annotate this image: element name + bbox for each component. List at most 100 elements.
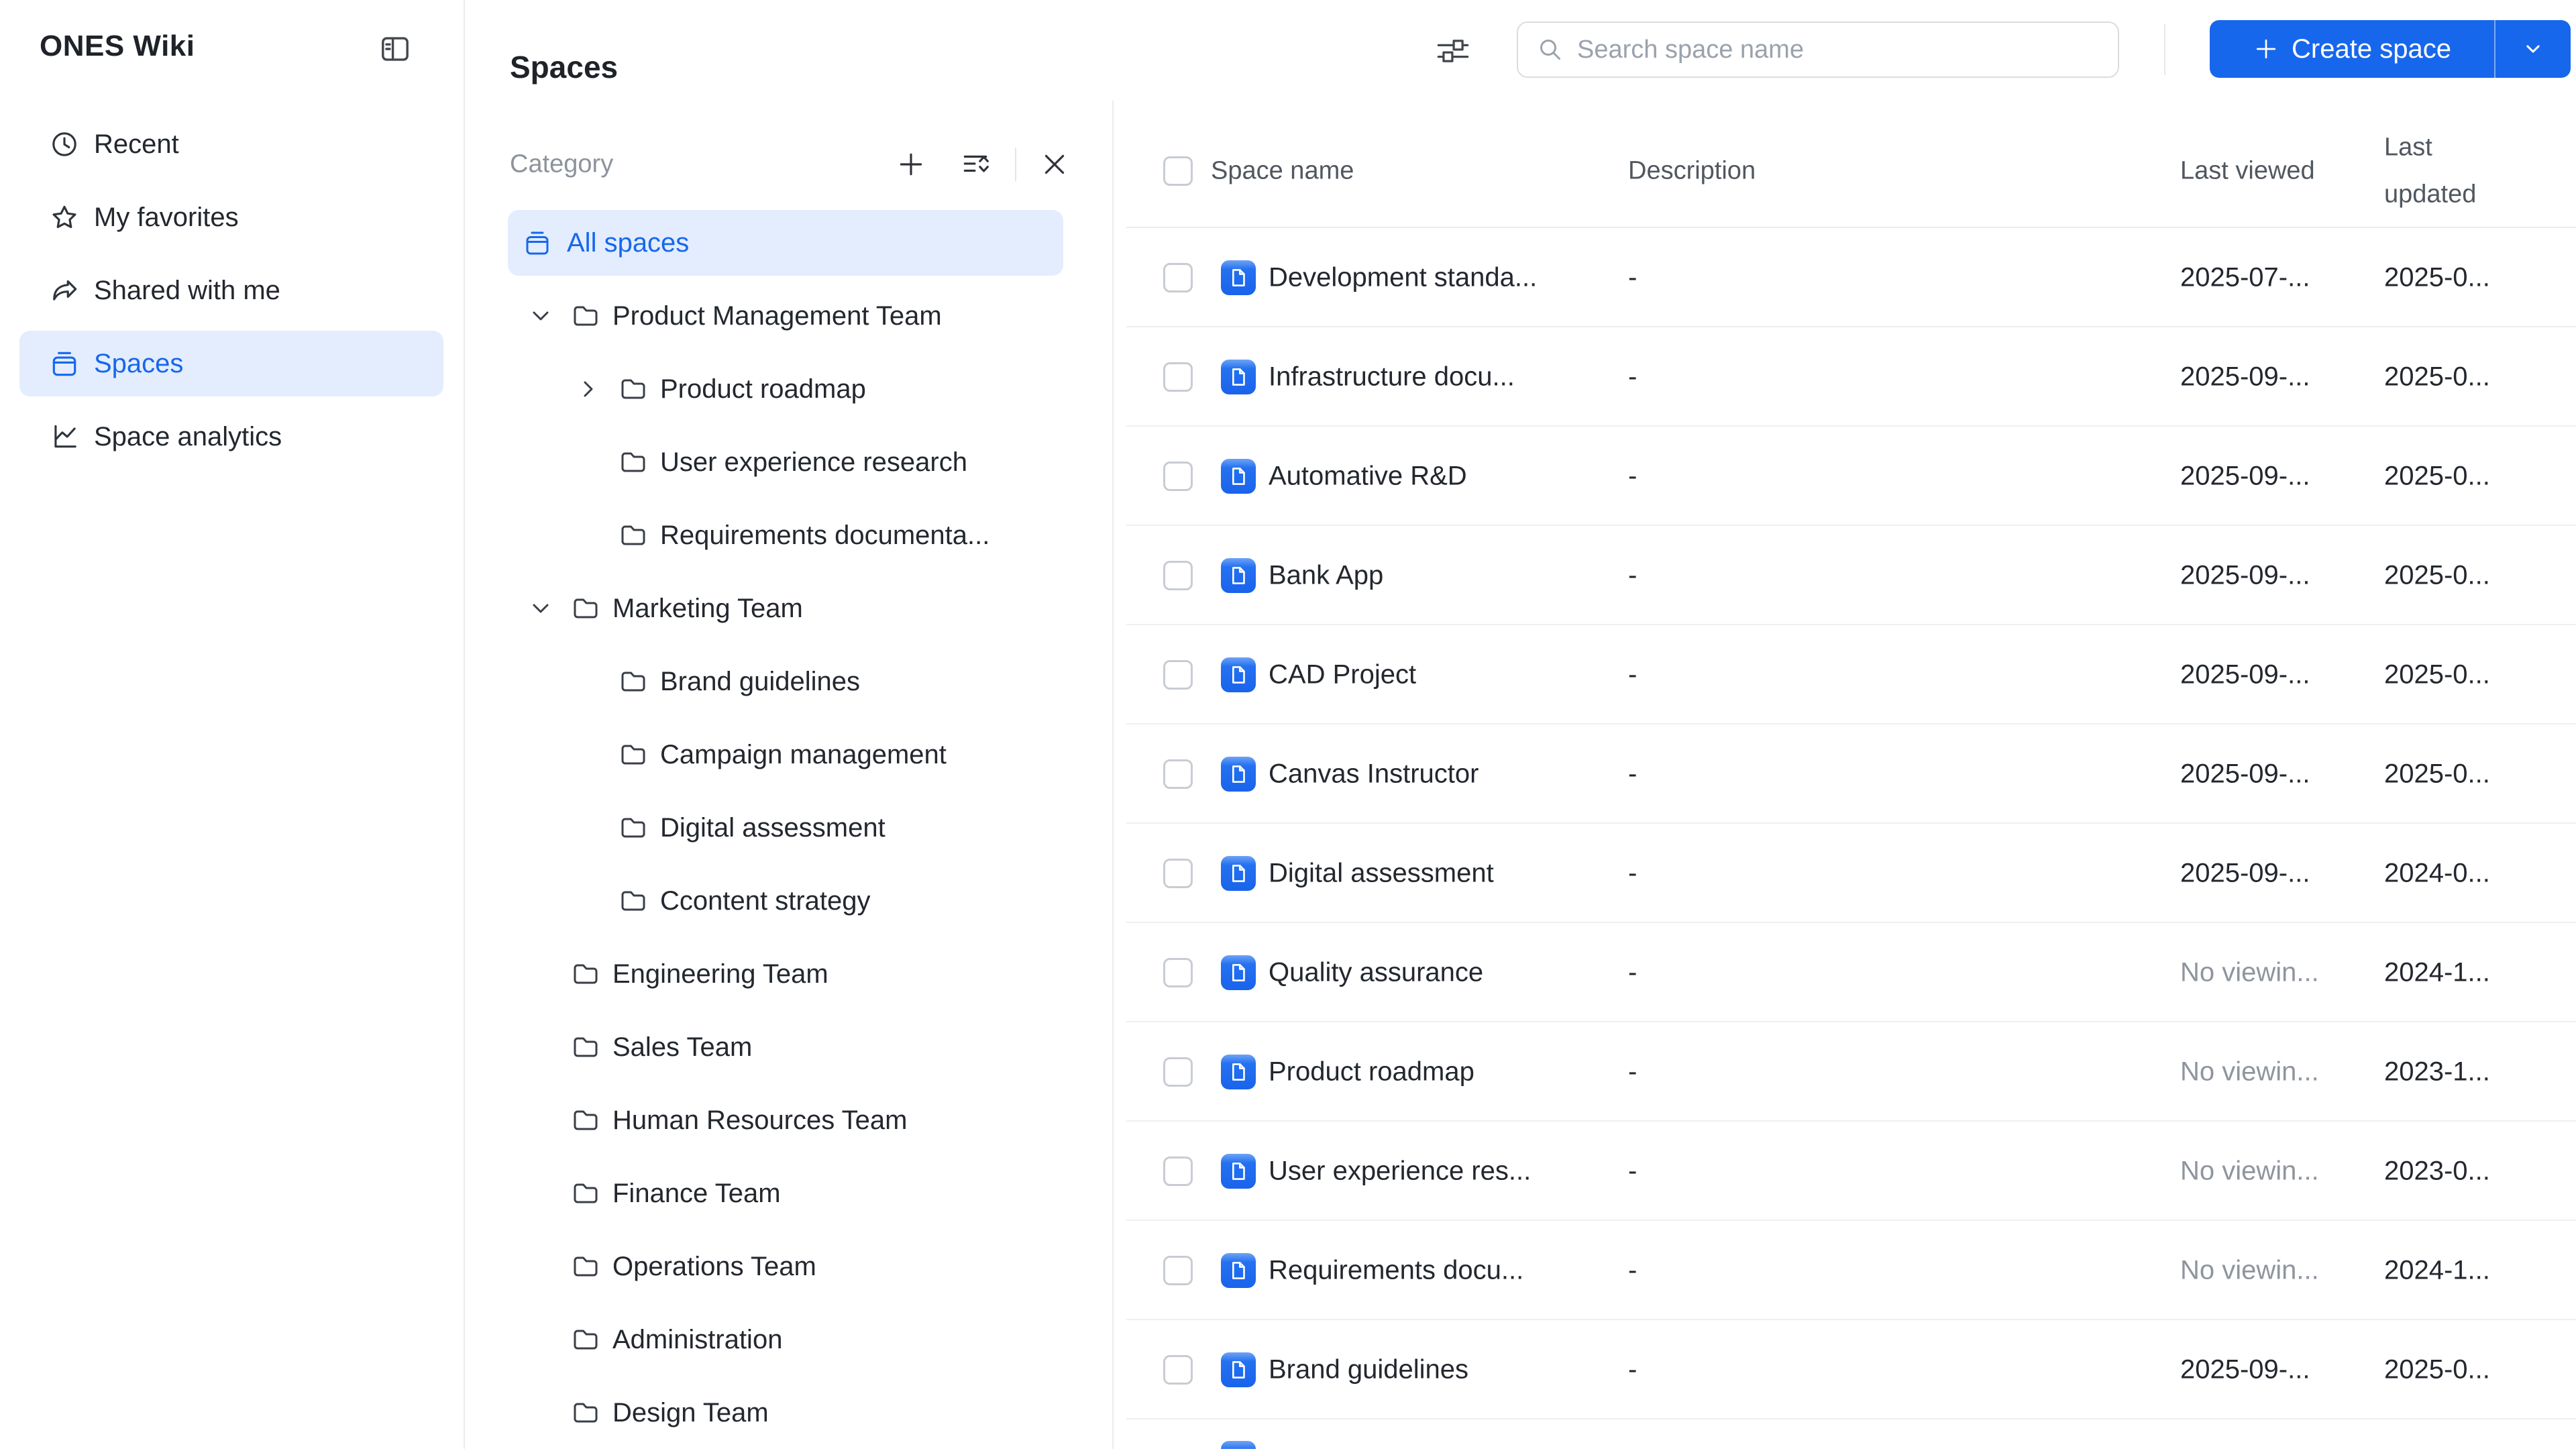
tree-item-administration[interactable]: Administration (508, 1307, 1063, 1373)
folder-icon (571, 1325, 600, 1354)
analytics-icon (49, 421, 80, 452)
tree-item-campaign-management[interactable]: Campaign management (508, 722, 1063, 788)
select-all-checkbox[interactable] (1163, 156, 1193, 186)
table-row[interactable]: Requirements docu... - No viewin... 2024… (1115, 1221, 2576, 1320)
table-row[interactable]: Quality assurance - No viewin... 2024-1.… (1115, 923, 2576, 1022)
tree-item-sales-team[interactable]: Sales Team (508, 1014, 1063, 1080)
description-cell: - (1628, 1156, 1638, 1186)
sidebar-item-label: Recent (94, 129, 179, 159)
sidebar-item-recent[interactable]: Recent (19, 111, 443, 177)
row-checkbox[interactable] (1163, 660, 1193, 690)
folder-icon (619, 374, 648, 404)
table-row[interactable]: Infrastructure docu... - 2025-09-... 202… (1115, 327, 2576, 427)
description-cell: - (1628, 362, 1638, 392)
space-name-cell[interactable]: Product roadmap (1269, 1057, 1474, 1087)
tree-item-operations-team[interactable]: Operations Team (508, 1234, 1063, 1299)
tree-item-user-experience-research[interactable]: User experience research (508, 429, 1063, 495)
space-name-cell[interactable]: Development standa... (1269, 263, 1537, 293)
tree-item-label: Requirements documenta... (660, 520, 990, 550)
last-viewed-cell: No viewin... (2180, 1057, 2319, 1087)
space-name-cell[interactable]: CAD Project (1269, 660, 1416, 690)
tree-item-ccontent-strategy[interactable]: Ccontent strategy (508, 868, 1063, 934)
row-checkbox[interactable] (1163, 462, 1193, 491)
sidebar-item-my-favorites[interactable]: My favorites (19, 184, 443, 250)
add-category-icon[interactable] (896, 149, 926, 180)
tree-item-label: Campaign management (660, 739, 947, 769)
tree-item-product-management-team[interactable]: Product Management Team (508, 283, 1063, 349)
description-cell: - (1628, 1354, 1638, 1385)
row-checkbox[interactable] (1163, 1355, 1193, 1385)
header-last-viewed[interactable]: Last viewed (2180, 157, 2315, 186)
chevron-down-icon[interactable] (526, 301, 555, 331)
table-row[interactable]: Digital assessment - 2025-09-... 2024-0.… (1115, 824, 2576, 923)
row-checkbox[interactable] (1163, 859, 1193, 888)
star-icon (49, 202, 80, 233)
row-checkbox[interactable] (1163, 1156, 1193, 1186)
space-name-cell[interactable]: Quality assurance (1269, 958, 1483, 988)
row-checkbox[interactable] (1163, 1256, 1193, 1285)
table-row[interactable]: Canvas Instructor - 2025-09-... 2025-0..… (1115, 724, 2576, 824)
tree-item-engineering-team[interactable]: Engineering Team (508, 941, 1063, 1007)
space-name-cell[interactable]: Digital assessment (1269, 859, 1494, 889)
create-space-button[interactable]: Create space (2210, 20, 2571, 78)
tree-item-label: All spaces (567, 227, 690, 258)
tree-item-design-team[interactable]: Design Team (508, 1380, 1063, 1446)
tree-item-all-spaces[interactable]: All spaces (508, 210, 1063, 276)
close-icon[interactable] (1039, 149, 1070, 180)
space-name-cell[interactable]: Infrastructure docu... (1269, 362, 1515, 392)
tree-item-product-roadmap[interactable]: Product roadmap (508, 356, 1063, 422)
space-name-cell[interactable]: Requirements docu... (1269, 1256, 1523, 1286)
tree-item-brand-guidelines[interactable]: Brand guidelines (508, 649, 1063, 714)
header-last-updated[interactable]: Last updated (2384, 124, 2505, 219)
row-checkbox[interactable] (1163, 561, 1193, 590)
row-checkbox[interactable] (1163, 1057, 1193, 1087)
description-cell: - (1628, 659, 1638, 690)
tree-item-requirements-documenta[interactable]: Requirements documenta... (508, 502, 1063, 568)
space-name-cell[interactable]: Automative R&D (1269, 462, 1467, 492)
row-checkbox[interactable] (1163, 263, 1193, 292)
chevron-right-icon[interactable] (574, 374, 603, 404)
search-input[interactable] (1576, 34, 2100, 65)
tree-item-marketing-team[interactable]: Marketing Team (508, 576, 1063, 641)
divider (1015, 148, 1016, 181)
tree-item-digital-assessment[interactable]: Digital assessment (508, 795, 1063, 861)
table-row[interactable]: Development standa... - 2025-07-... 2025… (1115, 228, 2576, 327)
filter-icon[interactable] (1436, 34, 1470, 68)
row-checkbox[interactable] (1163, 759, 1193, 789)
header-description[interactable]: Description (1628, 157, 1756, 186)
space-name-cell[interactable]: Brand guidelines (1269, 1355, 1468, 1385)
search-box[interactable] (1517, 21, 2119, 78)
last-updated-cell: 2025-0... (2384, 362, 2490, 392)
table-row[interactable]: CAD Project - 2025-09-... 2025-0... (1115, 625, 2576, 724)
sidebar-item-shared-with-me[interactable]: Shared with me (19, 258, 443, 323)
table-row[interactable]: Product roadmap - No viewin... 2023-1... (1115, 1022, 2576, 1122)
table-row[interactable]: Brand guidelines - 2025-09-... 2025-0... (1115, 1320, 2576, 1419)
sidebar-item-space-analytics[interactable]: Space analytics (19, 404, 443, 470)
tree-item-label: Administration (612, 1324, 783, 1354)
tree-item-human-resources-team[interactable]: Human Resources Team (508, 1087, 1063, 1153)
table-row[interactable]: User experience res... - No viewin... 20… (1115, 1122, 2576, 1221)
last-updated-cell: 2025-0... (2384, 461, 2490, 491)
last-viewed-cell: No viewin... (2180, 1255, 2319, 1285)
space-icon (1221, 1154, 1256, 1189)
space-name-cell[interactable]: Bank App (1269, 561, 1383, 591)
table-row[interactable]: Bank App - 2025-09-... 2025-0... (1115, 526, 2576, 625)
folder-icon (571, 959, 600, 989)
collapse-sidebar-icon[interactable] (378, 32, 412, 66)
header-space-name[interactable]: Space name (1211, 157, 1354, 186)
row-checkbox[interactable] (1163, 958, 1193, 987)
tree-item-label: Brand guidelines (660, 666, 860, 696)
tree-item-finance-team[interactable]: Finance Team (508, 1161, 1063, 1226)
space-name-cell[interactable]: User experience res... (1269, 1156, 1531, 1187)
space-name-cell[interactable]: Canvas Instructor (1269, 759, 1479, 790)
row-checkbox[interactable] (1163, 362, 1193, 392)
sort-icon[interactable] (960, 149, 991, 180)
table-row[interactable]: Automative R&D - 2025-09-... 2025-0... (1115, 427, 2576, 526)
plus-icon (2253, 36, 2279, 62)
chevron-down-icon[interactable] (526, 594, 555, 623)
create-space-dropdown-button[interactable] (2496, 20, 2571, 78)
sidebar-item-spaces[interactable]: Spaces (19, 331, 443, 396)
tree-item-label: Design Team (612, 1397, 769, 1428)
